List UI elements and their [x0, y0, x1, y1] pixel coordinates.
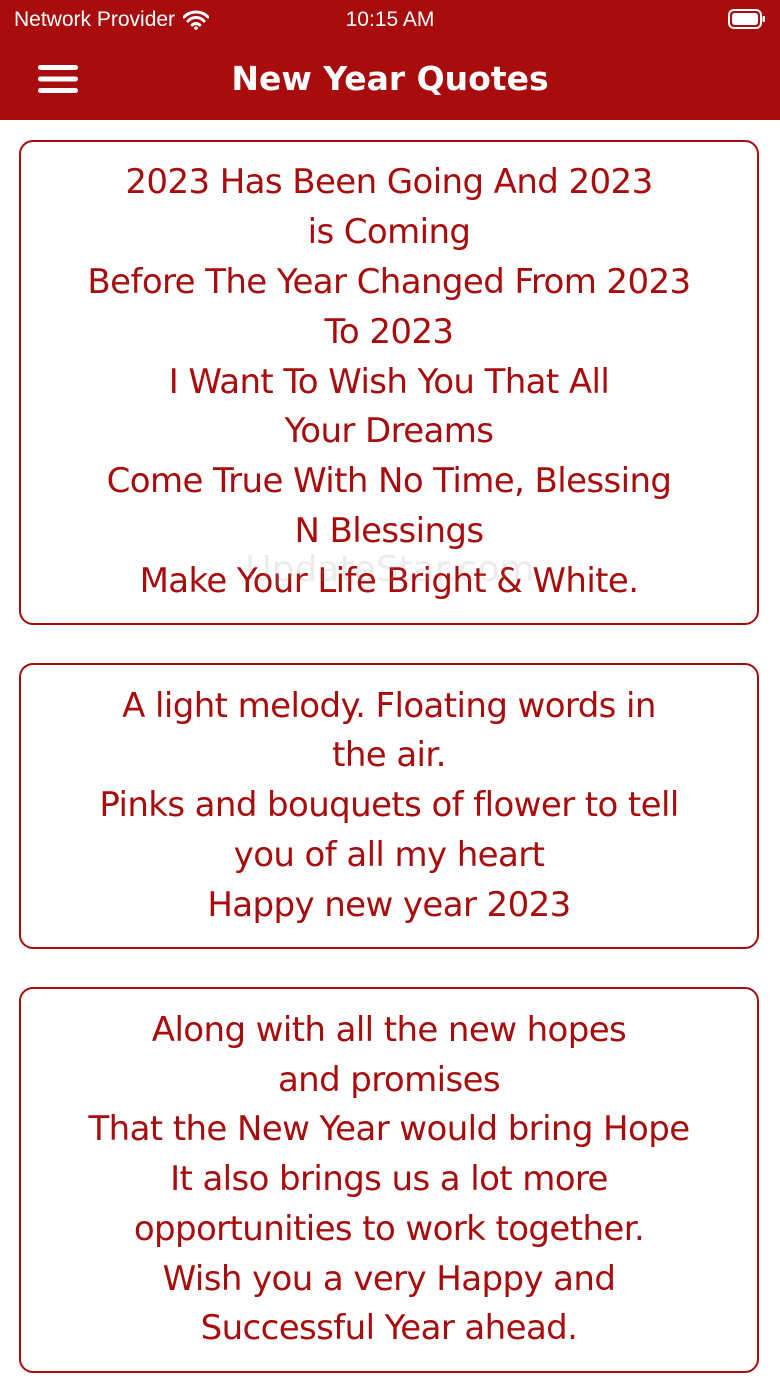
quote-list: 2023 Has Been Going And 2023 is Coming B…: [0, 120, 780, 1387]
quote-card[interactable]: 2023 Has Been Going And 2023 is Coming B…: [19, 140, 759, 625]
quote-card[interactable]: Along with all the new hopes and promise…: [19, 987, 759, 1373]
navigation-bar: New Year Quotes: [0, 40, 780, 120]
status-time: 10:15 AM: [345, 8, 435, 31]
quote-text: A light melody. Floating words in the ai…: [99, 685, 679, 925]
quote-text: 2023 Has Been Going And 2023 is Coming B…: [87, 162, 691, 601]
status-bar: Network Provider 10:15 AM: [0, 0, 780, 40]
quote-text: Along with all the new hopes and promise…: [88, 1009, 690, 1349]
quote-card[interactable]: A light melody. Floating words in the ai…: [19, 663, 759, 949]
page-title: New Year Quotes: [231, 59, 549, 98]
battery-icon: [728, 9, 766, 29]
app-header: Network Provider 10:15 AM New Year Quote…: [0, 0, 780, 120]
